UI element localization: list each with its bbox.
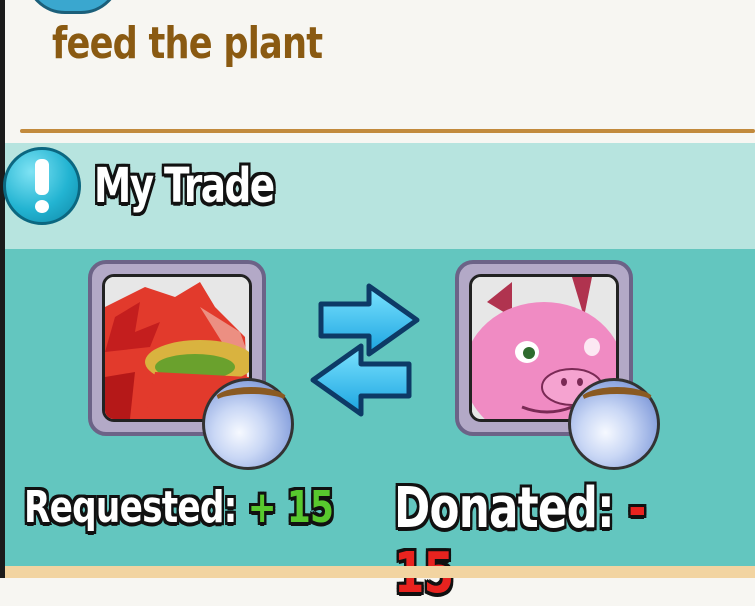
donated-label-text: Donated: bbox=[394, 476, 615, 541]
trade-title: My Trade bbox=[94, 158, 275, 214]
requested-label-text: Requested: bbox=[24, 482, 237, 533]
orb-rim bbox=[579, 387, 655, 416]
donated-label: Donated: - 15 bbox=[394, 476, 676, 606]
exclamation-icon[interactable] bbox=[3, 147, 81, 225]
orb-rim bbox=[213, 387, 289, 416]
exclamation-bar bbox=[35, 159, 49, 195]
gap-strip bbox=[5, 133, 755, 143]
requested-label: Requested: + 15 bbox=[24, 482, 334, 533]
exclamation-dot bbox=[35, 200, 49, 213]
bottom-strip bbox=[5, 566, 755, 578]
requested-value: + 15 bbox=[247, 482, 334, 533]
essence-orb-icon bbox=[202, 378, 294, 470]
task-icon-partial bbox=[25, 0, 121, 14]
task-title: feed the plant bbox=[52, 18, 323, 69]
swap-arrows-icon[interactable] bbox=[305, 282, 425, 417]
essence-orb-icon bbox=[568, 378, 660, 470]
